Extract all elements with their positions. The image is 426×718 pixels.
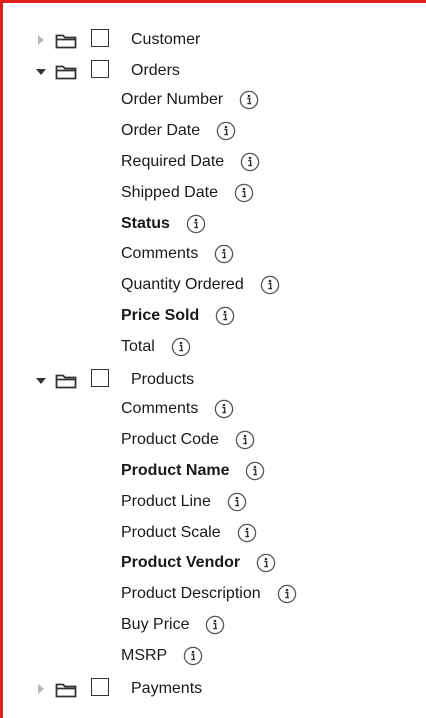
folder-icon — [55, 64, 77, 80]
field-item-msrp[interactable]: MSRP — [0, 644, 426, 675]
field-item-product-vendor[interactable]: Product Vendor — [0, 551, 426, 582]
field-label: Order Date — [121, 121, 201, 139]
folder-icon — [55, 33, 77, 49]
info-icon[interactable] — [216, 121, 236, 141]
info-icon[interactable] — [205, 615, 225, 635]
info-icon[interactable] — [256, 553, 276, 573]
field-item-comments[interactable]: Comments — [0, 242, 426, 273]
caret-right-icon[interactable] — [38, 684, 44, 695]
info-icon[interactable] — [186, 214, 206, 234]
field-content: Product Scale — [121, 523, 257, 543]
info-icon[interactable] — [234, 183, 254, 203]
caret-down-icon[interactable] — [36, 69, 46, 75]
field-content: Order Number — [121, 90, 259, 110]
field-label: Product Name — [121, 461, 230, 479]
field-content: Status — [121, 214, 206, 234]
field-label: Required Date — [121, 152, 225, 170]
folder-label: Orders — [131, 62, 180, 79]
field-content: Total — [121, 337, 191, 357]
field-content: Required Date — [121, 152, 260, 172]
field-label: Buy Price — [121, 616, 190, 634]
field-item-product-name[interactable]: Product Name — [0, 459, 426, 490]
info-icon[interactable] — [260, 275, 280, 295]
field-content: Quantity Ordered — [121, 275, 280, 295]
field-item-quantity-ordered[interactable]: Quantity Ordered — [0, 273, 426, 304]
field-content: Comments — [121, 244, 234, 264]
field-content: Product Code — [121, 430, 255, 450]
field-item-status[interactable]: Status — [0, 212, 426, 243]
info-icon[interactable] — [214, 244, 234, 264]
field-content: Comments — [121, 399, 234, 419]
info-icon[interactable] — [214, 399, 234, 419]
field-item-product-description[interactable]: Product Description — [0, 582, 426, 613]
field-content: Order Date — [121, 121, 236, 141]
folder-checkbox[interactable] — [91, 678, 109, 697]
field-label: Product Code — [121, 430, 219, 448]
field-tree: Customer Orders Order Number Order Date Requ… — [0, 26, 426, 706]
folder-label: Products — [131, 371, 195, 389]
tree-folder-products[interactable]: Products — [0, 366, 426, 397]
field-label: Order Number — [121, 91, 224, 108]
folder-label: Customer — [131, 31, 201, 48]
info-icon[interactable] — [240, 152, 260, 172]
folder-label: Payments — [131, 680, 203, 698]
field-item-order-date[interactable]: Order Date — [0, 119, 426, 150]
folder-icon — [55, 373, 77, 389]
field-content: Buy Price — [121, 615, 225, 635]
field-content: Shipped Date — [121, 183, 254, 203]
info-icon[interactable] — [277, 584, 297, 604]
info-icon[interactable] — [237, 523, 257, 543]
field-item-price-sold[interactable]: Price Sold — [0, 304, 426, 335]
field-content: MSRP — [121, 646, 203, 666]
info-icon[interactable] — [183, 646, 203, 666]
panel-border-top — [0, 0, 426, 3]
info-icon[interactable] — [227, 492, 247, 512]
field-label: Product Line — [121, 492, 211, 510]
tree-folder-customer[interactable]: Customer — [0, 26, 426, 57]
field-label: Product Scale — [121, 523, 221, 541]
field-label: Price Sold — [121, 307, 200, 325]
field-label: Quantity Ordered — [121, 276, 244, 294]
field-label: MSRP — [121, 647, 168, 665]
field-label: Comments — [121, 245, 199, 263]
tree-folder-payments[interactable]: Payments — [0, 675, 426, 706]
field-item-comments[interactable]: Comments — [0, 397, 426, 428]
info-icon[interactable] — [235, 430, 255, 450]
info-icon[interactable] — [239, 90, 259, 110]
field-content: Product Description — [121, 584, 297, 604]
caret-down-icon[interactable] — [36, 378, 46, 385]
field-item-product-line[interactable]: Product Line — [0, 490, 426, 521]
field-label: Comments — [121, 400, 199, 418]
caret-right-icon[interactable] — [38, 35, 44, 45]
field-item-shipped-date[interactable]: Shipped Date — [0, 181, 426, 212]
field-item-total[interactable]: Total — [0, 335, 426, 366]
info-icon[interactable] — [245, 461, 265, 481]
folder-icon — [55, 682, 77, 698]
field-label: Product Vendor — [121, 554, 241, 572]
field-item-required-date[interactable]: Required Date — [0, 150, 426, 181]
field-item-order-number[interactable]: Order Number — [0, 88, 426, 119]
field-label: Total — [121, 338, 155, 356]
info-icon[interactable] — [215, 306, 235, 326]
folder-checkbox[interactable] — [91, 29, 109, 47]
field-item-product-code[interactable]: Product Code — [0, 428, 426, 459]
field-item-product-scale[interactable]: Product Scale — [0, 521, 426, 552]
field-content: Price Sold — [121, 306, 235, 326]
info-icon[interactable] — [171, 337, 191, 357]
field-label: Shipped Date — [121, 183, 218, 201]
folder-checkbox[interactable] — [91, 369, 109, 388]
field-content: Product Vendor — [121, 553, 276, 573]
folder-checkbox[interactable] — [91, 60, 109, 78]
field-content: Product Name — [121, 461, 265, 481]
field-content: Product Line — [121, 492, 247, 512]
field-item-buy-price[interactable]: Buy Price — [0, 613, 426, 644]
tree-folder-orders[interactable]: Orders — [0, 57, 426, 88]
field-label: Product Description — [121, 585, 261, 603]
field-label: Status — [121, 214, 170, 232]
